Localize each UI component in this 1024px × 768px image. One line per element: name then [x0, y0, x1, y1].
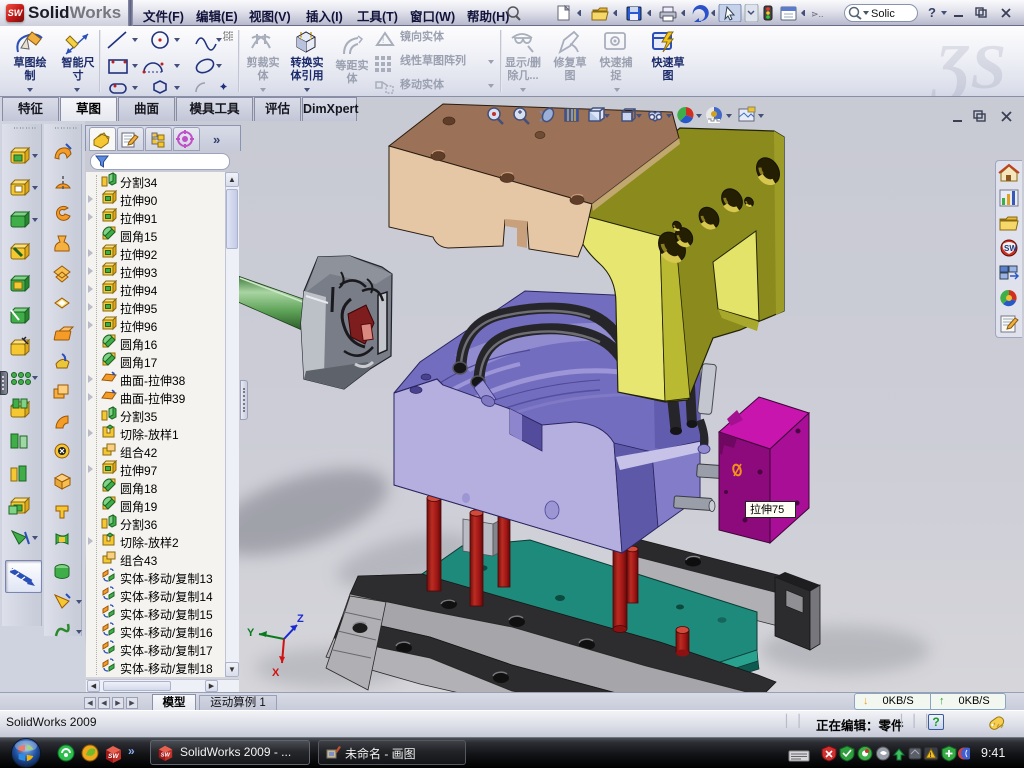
svg-text:⋗..: ⋗..: [811, 9, 824, 19]
svg-text:Solic: Solic: [871, 8, 895, 20]
svg-text:»: »: [128, 744, 135, 758]
svg-text:»: »: [213, 132, 220, 147]
svg-text:!: !: [382, 36, 384, 45]
svg-text:!: !: [930, 753, 932, 759]
svg-text:X: X: [272, 667, 280, 679]
svg-text:Y: Y: [247, 627, 255, 639]
svg-text:SW: SW: [161, 753, 171, 759]
svg-text:Z: Z: [297, 613, 304, 625]
svg-text:SW: SW: [1004, 244, 1017, 253]
svg-text:SW: SW: [108, 753, 119, 760]
